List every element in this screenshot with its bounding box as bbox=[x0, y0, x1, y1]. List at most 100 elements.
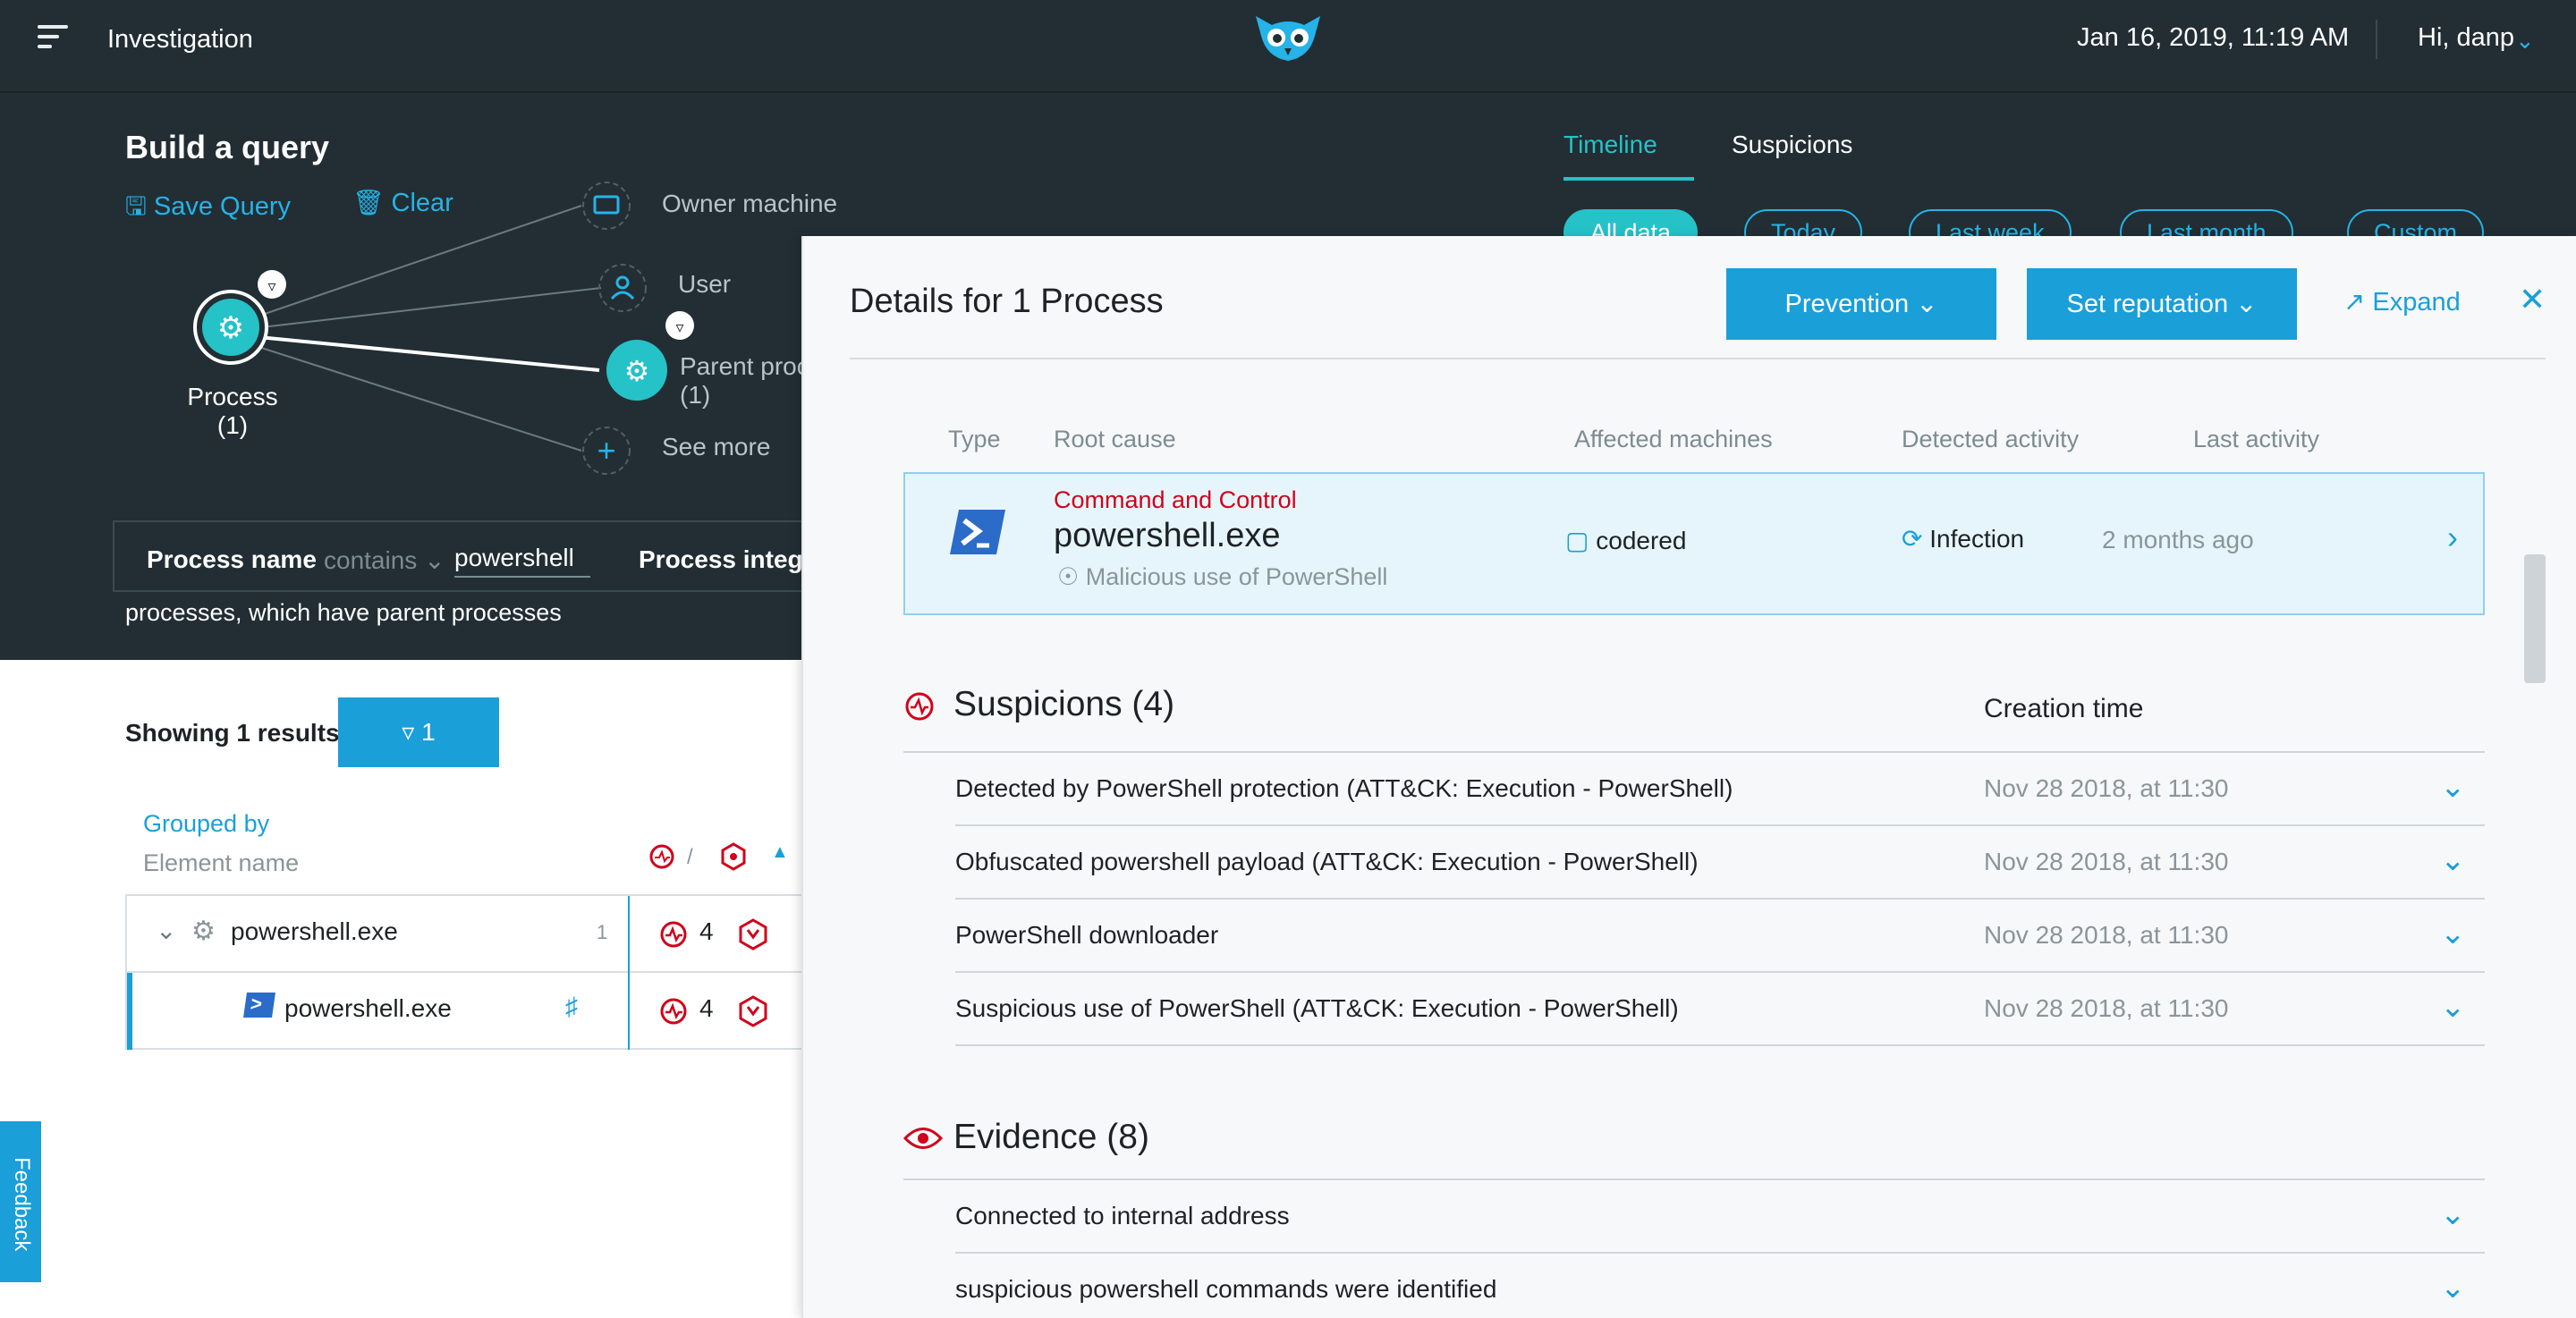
instance-count: 1 bbox=[597, 921, 608, 943]
filter-value-input[interactable]: powershell bbox=[454, 544, 590, 578]
chevron-down-icon[interactable]: ⌄ bbox=[156, 916, 176, 945]
column-affected-machines: Affected machines bbox=[1574, 426, 1773, 452]
suspicion-icon bbox=[660, 921, 687, 948]
scrollbar[interactable] bbox=[2524, 554, 2546, 683]
svg-text:/: / bbox=[687, 845, 693, 869]
affected-machine[interactable]: ▢ codered bbox=[1565, 526, 1686, 555]
chevron-down-icon[interactable]: ⌄ bbox=[2440, 1196, 2466, 1232]
results-count: Showing 1 results bbox=[125, 719, 340, 747]
root-cause-subtitle: ☉ Malicious use of PowerShell bbox=[1057, 563, 1388, 590]
grouped-by-link[interactable]: Grouped by bbox=[143, 810, 269, 838]
divider bbox=[850, 358, 2546, 359]
chevron-down-icon[interactable]: ⌄ bbox=[2515, 27, 2535, 55]
top-bar: Investigation Jan 16, 2019, 11:19 AM Hi,… bbox=[0, 0, 2576, 93]
divider bbox=[2376, 20, 2377, 59]
root-cause-row[interactable]: Command and Control powershell.exe ☉ Mal… bbox=[903, 472, 2485, 615]
external-link-icon: ↗ bbox=[2343, 288, 2366, 317]
filter-button[interactable]: ▿ 1 bbox=[338, 697, 499, 767]
chevron-down-icon: ⌄ bbox=[2235, 290, 2258, 318]
svg-text:▿: ▿ bbox=[675, 318, 683, 336]
svg-text:⚙: ⚙ bbox=[624, 355, 650, 387]
feedback-tab[interactable]: Feedback bbox=[0, 1121, 41, 1282]
suspicion-count: 4 bbox=[699, 917, 714, 945]
details-panel: Details for 1 Process Prevention ⌄ Set r… bbox=[801, 236, 2576, 1318]
svg-text:▿: ▿ bbox=[267, 277, 275, 295]
filter-operator[interactable]: contains ⌄ bbox=[324, 545, 445, 575]
infection-icon: ⟳ bbox=[1902, 525, 1923, 553]
evidence-item[interactable]: Connected to internal address ⌄ bbox=[955, 1180, 2485, 1254]
svg-text:⚙: ⚙ bbox=[217, 311, 244, 345]
monitor-icon: ▢ bbox=[1565, 527, 1589, 554]
owner-machine-node[interactable] bbox=[582, 182, 631, 230]
suspicion-count: 4 bbox=[699, 994, 714, 1022]
expand-button[interactable]: ↗ Expand bbox=[2343, 286, 2461, 317]
evidence-title: Evidence (8) bbox=[953, 1118, 1149, 1156]
process-name: powershell.exe bbox=[284, 994, 452, 1022]
column-divider bbox=[628, 896, 630, 1050]
last-activity: 2 months ago bbox=[2102, 526, 2254, 553]
chevron-down-icon[interactable]: ⌄ bbox=[2440, 989, 2466, 1025]
grouped-by-value: Element name bbox=[143, 849, 300, 876]
suspicion-item[interactable]: Suspicious use of PowerShell (ATT&CK: Ex… bbox=[955, 973, 2485, 1046]
current-datetime: Jan 16, 2019, 11:19 AM bbox=[2077, 23, 2350, 52]
close-icon[interactable]: ✕ bbox=[2519, 281, 2546, 318]
query-description: processes, which have parent processes bbox=[125, 599, 562, 626]
details-title: Details for 1 Process bbox=[850, 283, 1164, 320]
user-label: User bbox=[678, 270, 732, 298]
owner-machine-label: Owner machine bbox=[662, 190, 838, 217]
prevention-button[interactable]: Prevention ⌄ bbox=[1726, 268, 1996, 340]
column-root-cause: Root cause bbox=[1054, 426, 1176, 452]
tab-timeline[interactable]: Timeline bbox=[1563, 131, 1657, 159]
chevron-down-icon[interactable]: ⌄ bbox=[2440, 769, 2466, 805]
filter-field[interactable]: Process name bbox=[147, 545, 317, 574]
eye-icon bbox=[903, 1128, 943, 1149]
user-menu[interactable]: Hi, danp bbox=[2418, 23, 2514, 53]
creation-time-header: Creation time bbox=[1984, 694, 2144, 723]
suspicions-title: Suspicions (4) bbox=[953, 685, 1175, 723]
chevron-down-icon[interactable]: ⌄ bbox=[2440, 916, 2466, 951]
evidence-item[interactable]: suspicious powershell commands were iden… bbox=[955, 1254, 2485, 1318]
table-row[interactable]: > powershell.exe ♯ 4 bbox=[127, 973, 803, 1050]
tab-suspicions[interactable]: Suspicions bbox=[1732, 131, 1852, 159]
suspicion-item[interactable]: Detected by PowerShell protection (ATT&C… bbox=[955, 753, 2485, 826]
powershell-icon: > bbox=[243, 993, 275, 1018]
column-last-activity: Last activity bbox=[2193, 426, 2320, 452]
parent-process-label: Parent proc (1) bbox=[680, 352, 809, 409]
table-row[interactable]: ⌄ ⚙ powershell.exe 1 4 bbox=[127, 896, 803, 973]
tab-underline bbox=[1563, 177, 1694, 181]
column-type: Type bbox=[948, 426, 1001, 452]
root-cause-category: Command and Control bbox=[1054, 486, 1297, 513]
svg-text:+: + bbox=[597, 432, 615, 469]
chevron-down-icon[interactable]: ⌄ bbox=[2440, 1270, 2466, 1305]
set-reputation-button[interactable]: Set reputation ⌄ bbox=[2027, 268, 2297, 340]
root-cause-process: powershell.exe bbox=[1054, 517, 1281, 554]
malop-icon bbox=[739, 995, 767, 1027]
results-tree: ⌄ ⚙ powershell.exe 1 4 > powershell.exe … bbox=[125, 894, 805, 1050]
see-more-label[interactable]: See more bbox=[662, 433, 770, 461]
filter-bar: Process name contains ⌄ powershell Proce… bbox=[113, 520, 828, 592]
process-name: powershell.exe bbox=[231, 917, 398, 945]
detected-activity: ⟳ Infection bbox=[1902, 525, 2025, 553]
chevron-down-icon[interactable]: ⌄ bbox=[2440, 842, 2466, 878]
suspicion-item[interactable]: PowerShell downloader Nov 28 2018, at 11… bbox=[955, 900, 2485, 973]
fingerprint-icon: ☉ bbox=[1057, 563, 1080, 590]
query-graph: ⚙ ▿ ⚙ ▿ + bbox=[193, 182, 694, 475]
filter-icon: ▿ bbox=[402, 718, 415, 746]
chevron-right-icon[interactable]: › bbox=[2447, 519, 2458, 556]
app-title: Investigation bbox=[107, 25, 253, 54]
powershell-icon bbox=[950, 510, 1005, 554]
sort-ascending-icon[interactable]: ▲ bbox=[771, 842, 789, 863]
column-detected-activity: Detected activity bbox=[1902, 426, 2080, 452]
menu-icon[interactable] bbox=[38, 25, 68, 50]
filter-field-2[interactable]: Process integri bbox=[639, 545, 819, 574]
gears-icon: ⚙ bbox=[191, 917, 216, 946]
chevron-down-icon: ⌄ bbox=[1916, 290, 1938, 318]
suspicion-item[interactable]: Obfuscated powershell payload (ATT&CK: E… bbox=[955, 826, 2485, 900]
process-node-label: Process (1) bbox=[187, 383, 278, 439]
malop-icon bbox=[739, 918, 767, 950]
suspicion-icon bbox=[660, 998, 687, 1025]
column-header-icons: / bbox=[649, 842, 746, 871]
suspicion-icon bbox=[905, 692, 934, 721]
hierarchy-icon[interactable]: ♯ bbox=[565, 993, 578, 1021]
owl-logo-icon bbox=[1256, 16, 1320, 61]
